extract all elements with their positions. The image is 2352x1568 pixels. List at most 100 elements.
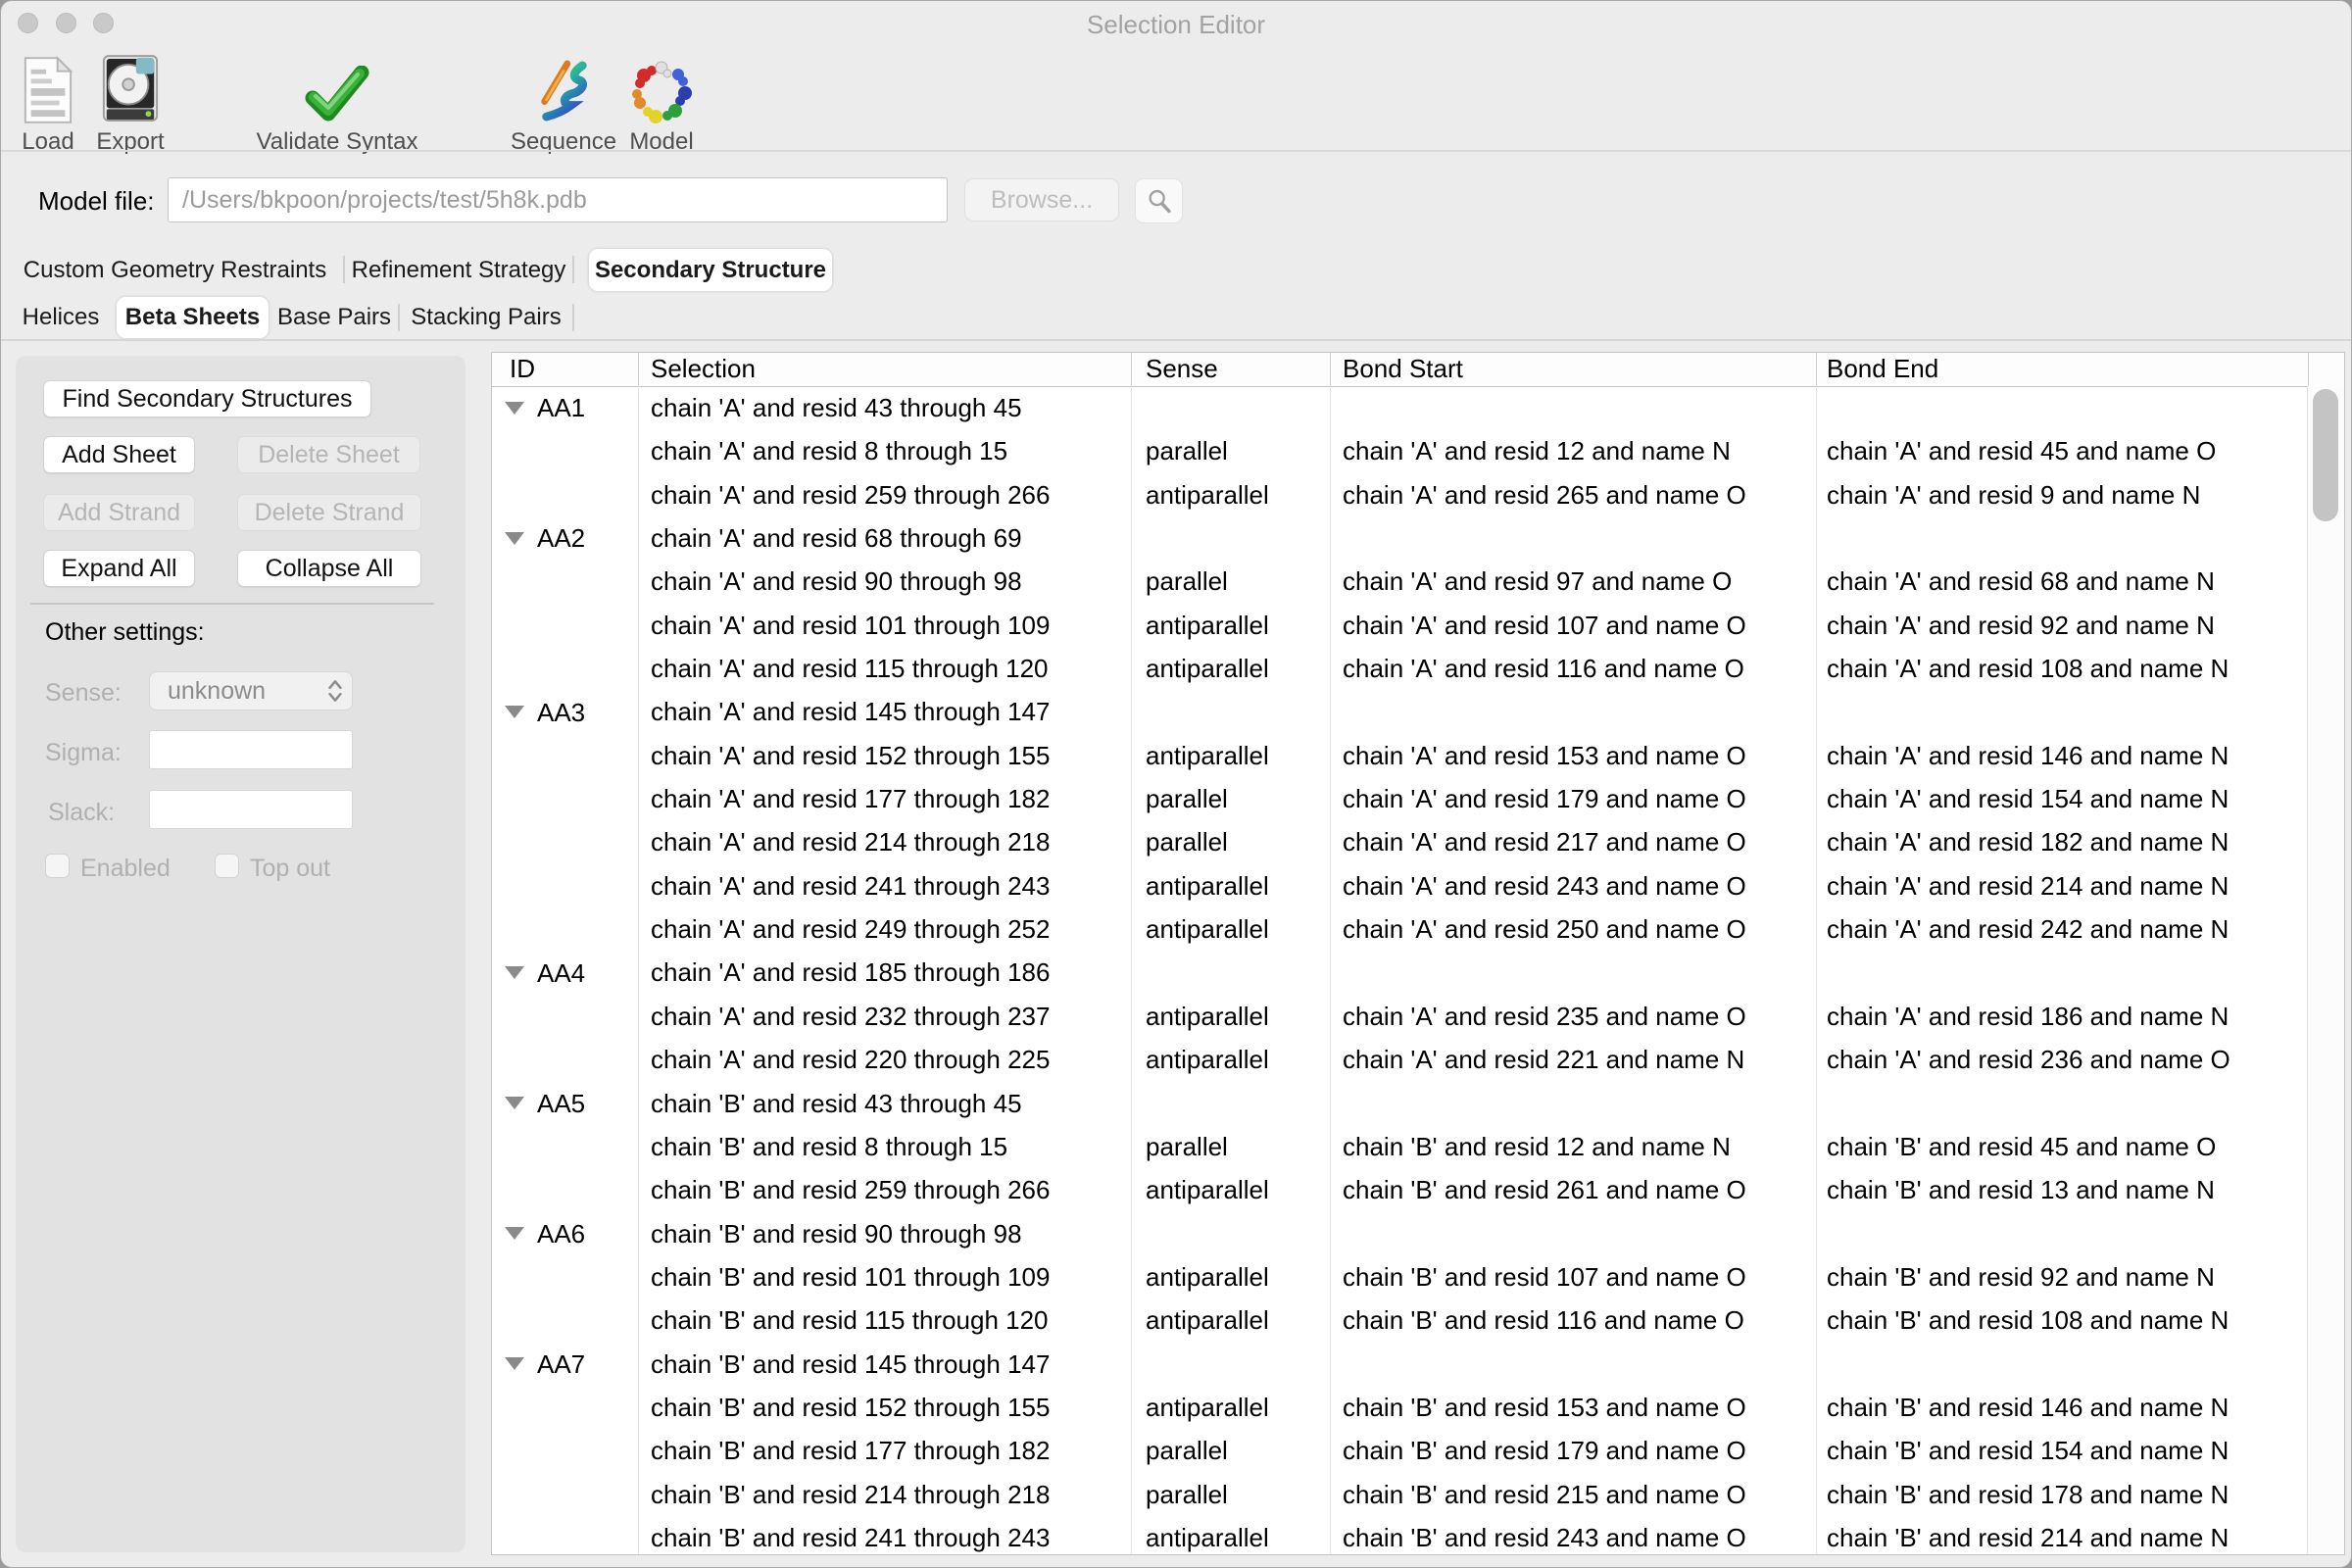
table-row[interactable]: chain 'A' and resid 220 through 225antip… — [492, 1038, 2309, 1081]
expand-all-button[interactable]: Expand All — [43, 550, 195, 587]
table-row[interactable]: chain 'A' and resid 90 through 98paralle… — [492, 560, 2309, 603]
table-row[interactable]: chain 'A' and resid 101 through 109antip… — [492, 604, 2309, 647]
cell-selection: chain 'B' and resid 90 through 98 — [639, 1212, 1132, 1255]
tab-underline — [1, 339, 2351, 341]
table-row[interactable]: AA3chain 'A' and resid 145 through 147 — [492, 690, 2309, 733]
cell-id — [492, 1516, 639, 1554]
tab-refinement-strategy[interactable]: Refinement Strategy — [345, 249, 572, 291]
cell-bond_end: chain 'A' and resid 242 and name N — [1817, 907, 2309, 951]
tab-secondary-structure[interactable]: Secondary Structure — [589, 249, 832, 291]
column-header-selection[interactable]: Selection — [639, 353, 1132, 386]
table-row[interactable]: chain 'A' and resid 241 through 243antip… — [492, 864, 2309, 907]
table-row[interactable]: chain 'B' and resid 214 through 218paral… — [492, 1473, 2309, 1516]
subtab-stacking-pairs[interactable]: Stacking Pairs — [400, 297, 572, 338]
enabled-checkbox[interactable] — [45, 854, 70, 878]
disclosure-triangle-icon[interactable] — [505, 706, 524, 718]
column-header-bond-end[interactable]: Bond End — [1817, 353, 2309, 386]
cell-selection: chain 'A' and resid 152 through 155 — [639, 734, 1132, 777]
table-row[interactable]: AA1chain 'A' and resid 43 through 45 — [492, 386, 2309, 429]
table-row[interactable]: chain 'A' and resid 152 through 155antip… — [492, 734, 2309, 777]
collapse-all-button[interactable]: Collapse All — [237, 550, 421, 587]
table-row[interactable]: chain 'B' and resid 8 through 15parallel… — [492, 1125, 2309, 1168]
cell-sense: parallel — [1132, 1429, 1331, 1472]
tab-divider — [572, 256, 574, 283]
cell-bond_end — [1817, 690, 2309, 733]
cell-bond_start: chain 'A' and resid 265 and name O — [1331, 473, 1817, 516]
cell-bond_end: chain 'B' and resid 92 and name N — [1817, 1255, 2309, 1298]
browse-button[interactable]: Browse... — [964, 178, 1119, 221]
sigma-label: Sigma: — [45, 739, 122, 767]
cell-id — [492, 1038, 639, 1081]
top-out-checkbox-label: Top out — [250, 855, 330, 883]
cell-bond_start: chain 'A' and resid 116 and name O — [1331, 647, 1817, 690]
find-secondary-structures-button[interactable]: Find Secondary Structures — [43, 380, 371, 417]
cell-bond_start: chain 'B' and resid 116 and name O — [1331, 1298, 1817, 1342]
vertical-scrollbar[interactable] — [2307, 386, 2344, 1554]
table-row[interactable]: chain 'B' and resid 177 through 182paral… — [492, 1429, 2309, 1472]
column-header-bond-start[interactable]: Bond Start — [1331, 353, 1817, 386]
sheet-id: AA6 — [537, 1212, 585, 1255]
cell-bond_start: chain 'B' and resid 215 and name O — [1331, 1473, 1817, 1516]
load-button[interactable]: Load — [11, 48, 85, 156]
disclosure-triangle-icon[interactable] — [505, 1227, 524, 1240]
disclosure-triangle-icon[interactable] — [505, 1357, 524, 1370]
table-row[interactable]: chain 'B' and resid 241 through 243antip… — [492, 1516, 2309, 1554]
column-header-sense[interactable]: Sense — [1132, 353, 1331, 386]
scrollbar-thumb[interactable] — [2313, 389, 2338, 521]
validate-syntax-button[interactable]: Validate Syntax — [244, 48, 430, 156]
table-row[interactable]: chain 'A' and resid 115 through 120antip… — [492, 647, 2309, 690]
export-button[interactable]: Export — [91, 48, 170, 156]
beta-sheets-table: ID Selection Sense Bond Start Bond End A… — [491, 352, 2345, 1555]
disclosure-triangle-icon[interactable] — [505, 966, 524, 979]
search-file-button[interactable] — [1135, 178, 1183, 223]
disclosure-triangle-icon[interactable] — [505, 1097, 524, 1109]
model-button[interactable]: Model — [618, 48, 705, 156]
table-row[interactable]: AA2chain 'A' and resid 68 through 69 — [492, 516, 2309, 560]
slack-input[interactable] — [149, 790, 353, 829]
subtab-helices[interactable]: Helices — [7, 297, 115, 338]
cell-bond_start: chain 'B' and resid 261 and name O — [1331, 1168, 1817, 1211]
cell-id — [492, 907, 639, 951]
table-header: ID Selection Sense Bond Start Bond End — [492, 353, 2344, 387]
column-header-id[interactable]: ID — [492, 353, 639, 386]
cell-id — [492, 429, 639, 472]
cell-id — [492, 864, 639, 907]
sigma-input[interactable] — [149, 730, 353, 769]
cell-id: AA1 — [492, 386, 639, 429]
table-row[interactable]: AA7chain 'B' and resid 145 through 147 — [492, 1343, 2309, 1386]
model-file-input[interactable] — [168, 177, 948, 222]
cell-id — [492, 473, 639, 516]
tab-custom-geometry-restraints[interactable]: Custom Geometry Restraints — [7, 249, 343, 291]
top-out-checkbox[interactable] — [215, 854, 239, 878]
sense-dropdown[interactable]: unknown — [149, 671, 353, 710]
cell-selection: chain 'B' and resid 214 through 218 — [639, 1473, 1132, 1516]
subtab-base-pairs[interactable]: Base Pairs — [270, 297, 398, 338]
table-row[interactable]: AA5chain 'B' and resid 43 through 45 — [492, 1082, 2309, 1125]
table-row[interactable]: chain 'A' and resid 259 through 266antip… — [492, 473, 2309, 516]
cell-sense: antiparallel — [1132, 473, 1331, 516]
cell-sense: antiparallel — [1132, 1255, 1331, 1298]
sequence-button[interactable]: Sequence — [507, 48, 620, 156]
table-row[interactable]: chain 'B' and resid 259 through 266antip… — [492, 1168, 2309, 1211]
cell-sense: parallel — [1132, 820, 1331, 863]
table-row[interactable]: AA6 chain 'B' and resid 90 through 98 — [492, 1212, 2309, 1255]
disclosure-triangle-icon[interactable] — [505, 532, 524, 545]
table-row[interactable]: chain 'A' and resid 249 through 252antip… — [492, 907, 2309, 951]
table-row[interactable]: chain 'A' and resid 232 through 237antip… — [492, 995, 2309, 1038]
table-row[interactable]: chain 'A' and resid 177 through 182paral… — [492, 777, 2309, 820]
table-row[interactable]: AA4chain 'A' and resid 185 through 186 — [492, 951, 2309, 994]
cell-bond_end: chain 'B' and resid 13 and name N — [1817, 1168, 2309, 1211]
cell-bond_end: chain 'B' and resid 178 and name N — [1817, 1473, 2309, 1516]
cell-selection: chain 'A' and resid 177 through 182 — [639, 777, 1132, 820]
table-row[interactable]: chain 'A' and resid 8 through 15parallel… — [492, 429, 2309, 472]
table-row[interactable]: chain 'A' and resid 214 through 218paral… — [492, 820, 2309, 863]
cell-bond_start: chain 'A' and resid 97 and name O — [1331, 560, 1817, 603]
table-row[interactable]: chain 'B' and resid 101 through 109antip… — [492, 1255, 2309, 1298]
add-sheet-button[interactable]: Add Sheet — [43, 436, 195, 473]
table-row[interactable]: chain 'B' and resid 152 through 155antip… — [492, 1386, 2309, 1429]
cell-selection: chain 'A' and resid 249 through 252 — [639, 907, 1132, 951]
table-row[interactable]: chain 'B' and resid 115 through 120antip… — [492, 1298, 2309, 1342]
disclosure-triangle-icon[interactable] — [505, 402, 524, 415]
main-tab-bar: Custom Geometry Restraints Refinement St… — [1, 249, 2351, 291]
subtab-beta-sheets[interactable]: Beta Sheets — [117, 297, 269, 338]
